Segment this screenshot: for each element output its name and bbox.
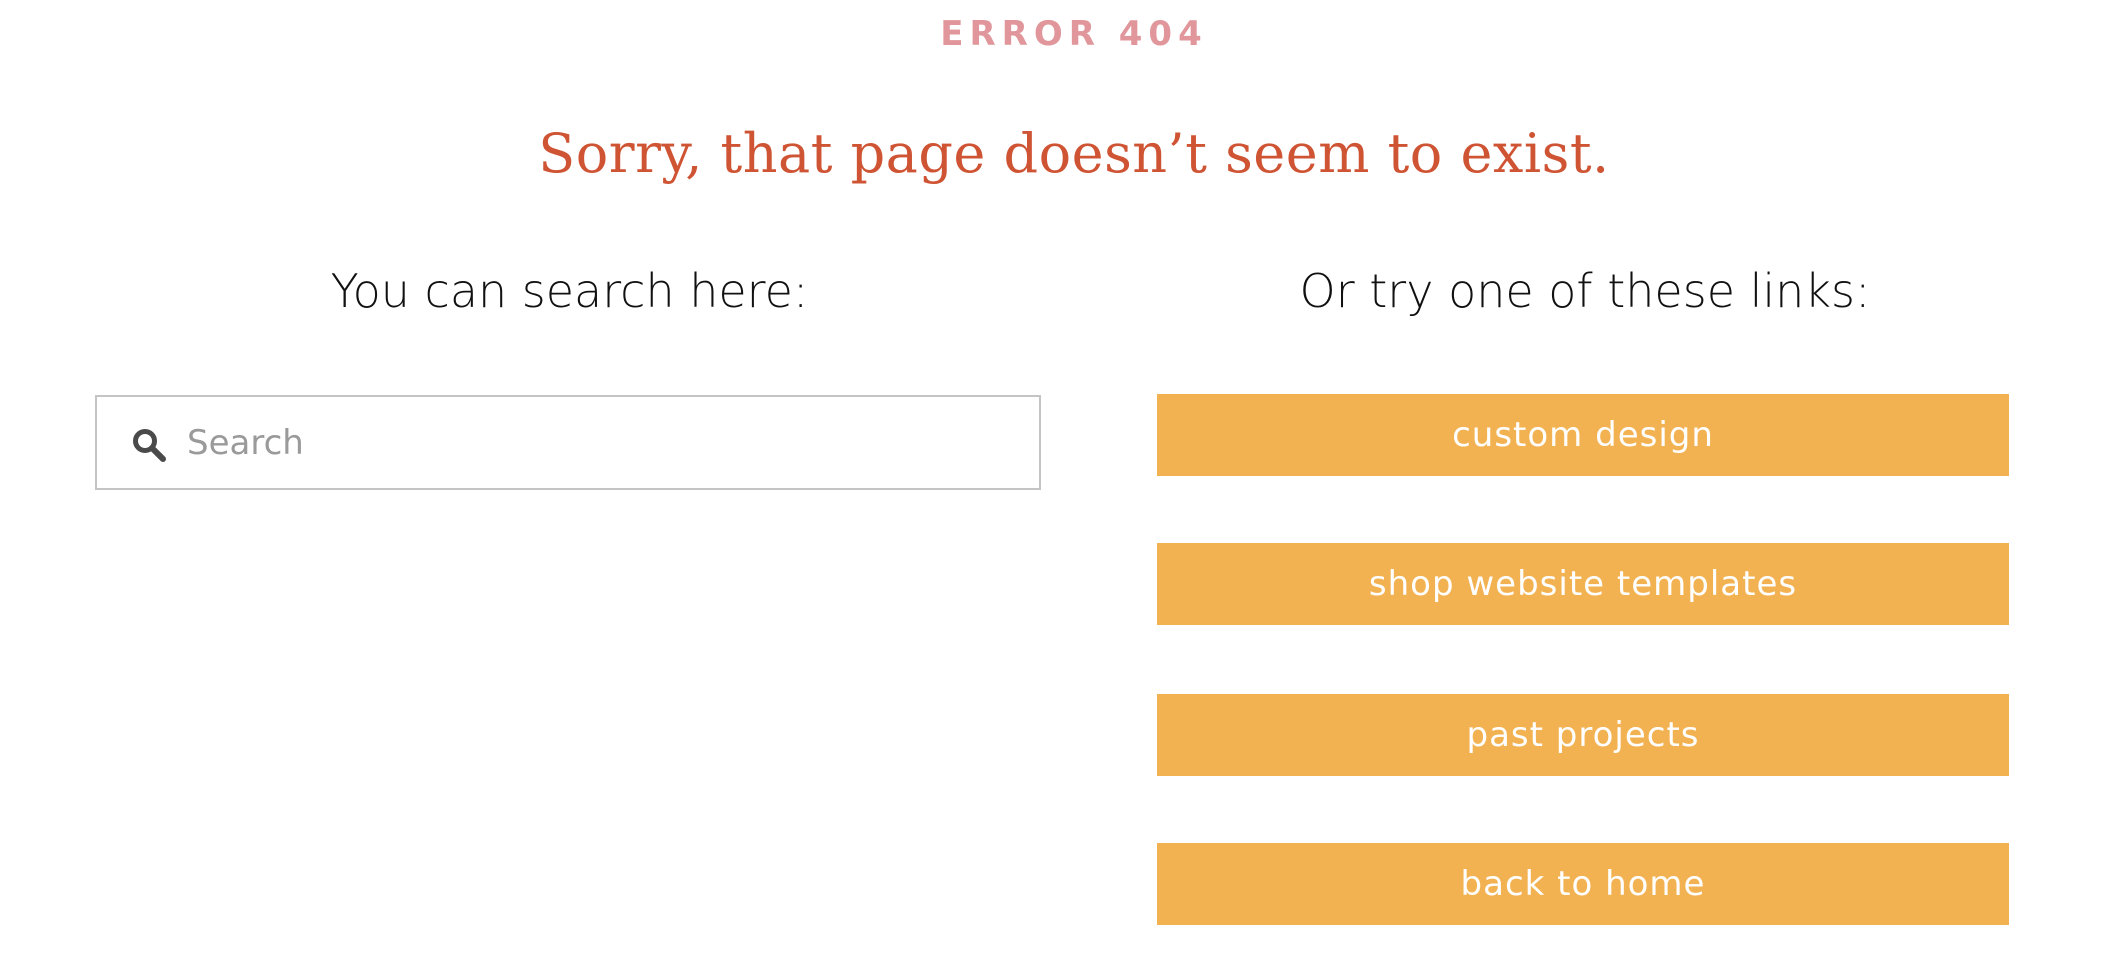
search-section-heading: You can search here:	[330, 264, 809, 318]
past-projects-link-button[interactable]: past projects	[1157, 694, 2009, 776]
shop-website-templates-link-button[interactable]: shop website templates	[1157, 543, 2009, 625]
search-box[interactable]	[95, 395, 1041, 490]
search-icon	[133, 429, 166, 462]
links-section-heading: Or try one of these links:	[1299, 264, 1871, 318]
error-code-label: ERROR 404	[940, 14, 1208, 54]
search-input[interactable]	[187, 397, 1017, 488]
page-headline: Sorry, that page doesn’t seem to exist.	[538, 122, 1610, 185]
back-to-home-link-button[interactable]: back to home	[1157, 843, 2009, 925]
custom-design-link-button[interactable]: custom design	[1157, 394, 2009, 476]
